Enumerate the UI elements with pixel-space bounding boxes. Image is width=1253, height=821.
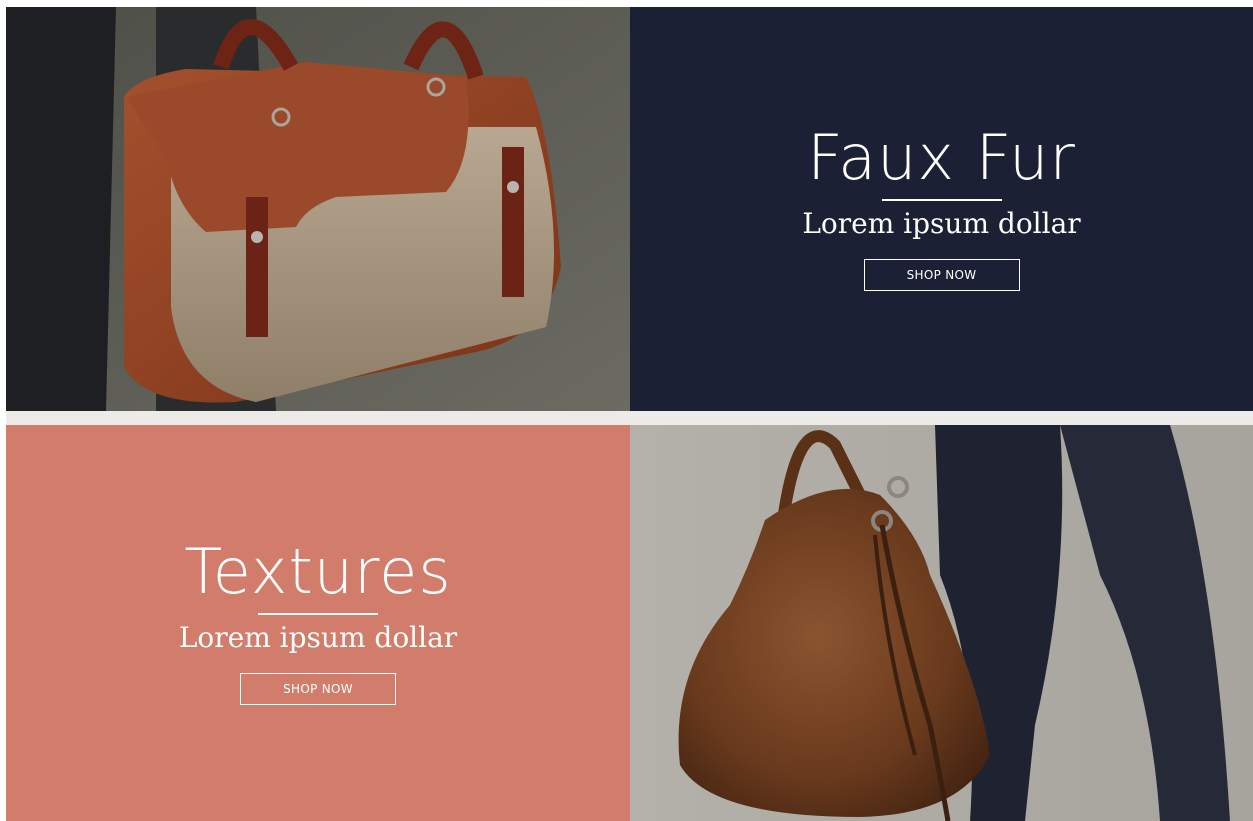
textures-promo-panel: Textures Lorem ipsum dollar SHOP NOW — [6, 425, 630, 821]
bucket-bag-illustration — [630, 425, 1253, 821]
textures-title: Textures — [184, 535, 452, 609]
faux-fur-title: Faux Fur — [807, 121, 1076, 195]
textures-bag-image — [630, 425, 1253, 821]
faux-fur-bag-illustration — [6, 7, 630, 411]
section-divider-band — [6, 411, 1253, 425]
title-divider — [881, 199, 1002, 202]
textures-shop-now-button[interactable]: SHOP NOW — [240, 672, 396, 705]
faux-fur-subtitle: Lorem ipsum dollar — [802, 207, 1081, 241]
faux-fur-promo-panel: Faux Fur Lorem ipsum dollar SHOP NOW — [630, 7, 1253, 411]
title-divider — [258, 613, 378, 616]
textures-subtitle: Lorem ipsum dollar — [178, 621, 458, 655]
faux-fur-bag-image — [6, 7, 630, 411]
faux-fur-shop-now-button[interactable]: SHOP NOW — [863, 258, 1020, 291]
